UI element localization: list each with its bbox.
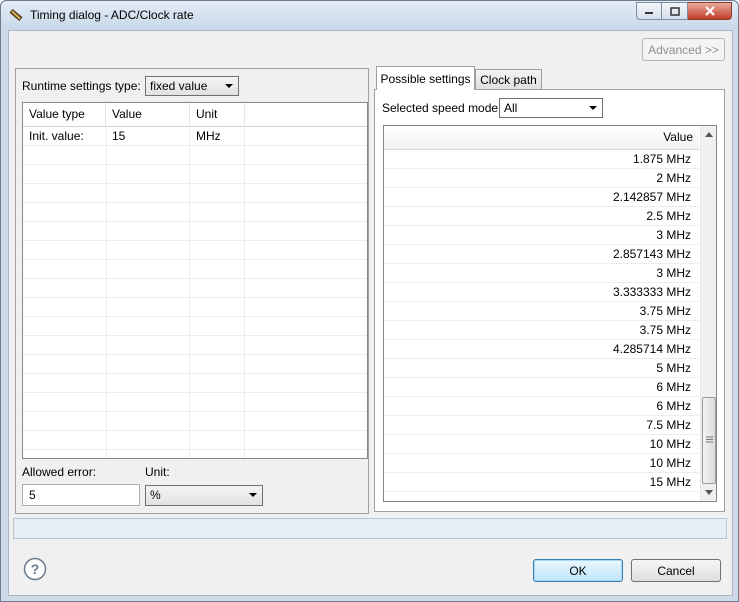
unit-value: % xyxy=(150,488,161,502)
column-header-possible-value[interactable]: Value xyxy=(384,126,699,149)
list-item[interactable]: 2.142857 MHz xyxy=(384,188,699,207)
allowed-error-input[interactable]: 5 xyxy=(22,484,140,506)
unit-label: Unit: xyxy=(145,465,170,479)
chevron-down-icon xyxy=(589,106,597,110)
scroll-down-icon[interactable] xyxy=(705,490,713,495)
column-header-value[interactable]: Value xyxy=(106,103,190,126)
minimize-button[interactable] xyxy=(636,2,662,20)
value-table-header: Value type Value Unit xyxy=(23,103,367,127)
possible-values-scrollbar[interactable] xyxy=(700,126,716,501)
possible-values-header: Value xyxy=(384,126,699,150)
runtime-settings-value: fixed value xyxy=(150,79,208,93)
value-table[interactable]: Value type Value Unit Init. value: 15 MH… xyxy=(22,102,368,459)
speed-mode-dropdown[interactable]: All xyxy=(499,98,603,118)
tab-clock-path[interactable]: Clock path xyxy=(475,69,542,90)
scroll-up-icon[interactable] xyxy=(705,132,713,137)
speed-mode-label: Selected speed mode xyxy=(382,101,499,115)
app-icon xyxy=(9,9,23,21)
cell-value-type: Init. value: xyxy=(29,129,84,143)
list-item[interactable]: 15 MHz xyxy=(384,473,699,492)
list-item[interactable]: 3 MHz xyxy=(384,264,699,283)
tab-possible-settings[interactable]: Possible settings xyxy=(376,66,475,90)
window-title: Timing dialog - ADC/Clock rate xyxy=(30,8,194,22)
unit-dropdown[interactable]: % xyxy=(145,485,263,506)
list-item[interactable]: 6 MHz xyxy=(384,378,699,397)
possible-settings-panel: Selected speed mode All Value 1.875 MHz 2… xyxy=(374,89,725,512)
list-item[interactable]: 2.857143 MHz xyxy=(384,245,699,264)
runtime-settings-panel: Runtime settings type: fixed value Value… xyxy=(15,68,369,514)
help-icon[interactable]: ? xyxy=(23,557,47,581)
list-item[interactable]: 10 MHz xyxy=(384,435,699,454)
ok-button[interactable]: OK xyxy=(533,559,623,582)
list-item[interactable]: 5 MHz xyxy=(384,359,699,378)
runtime-settings-dropdown[interactable]: fixed value xyxy=(145,76,239,96)
close-icon xyxy=(704,6,715,16)
list-item[interactable]: 3.75 MHz xyxy=(384,302,699,321)
list-item[interactable]: 2.5 MHz xyxy=(384,207,699,226)
column-header-value-type[interactable]: Value type xyxy=(23,103,106,126)
cell-unit: MHz xyxy=(196,129,221,143)
list-item[interactable]: 2 MHz xyxy=(384,169,699,188)
status-bar xyxy=(13,518,727,539)
possible-values-list[interactable]: Value 1.875 MHz 2 MHz 2.142857 MHz 2.5 MHz 3… xyxy=(383,125,717,502)
list-item[interactable]: 1.875 MHz xyxy=(384,150,699,169)
list-item[interactable]: 10 MHz xyxy=(384,454,699,473)
chevron-down-icon xyxy=(225,84,233,88)
list-item[interactable]: 3.333333 MHz xyxy=(384,283,699,302)
list-item[interactable]: 7.5 MHz xyxy=(384,416,699,435)
list-item[interactable]: 6 MHz xyxy=(384,397,699,416)
dialog-client-area: Advanced >> Runtime settings type: fixed… xyxy=(8,30,733,596)
list-item[interactable]: 3 MHz xyxy=(384,226,699,245)
minimize-icon xyxy=(645,12,653,14)
column-header-unit[interactable]: Unit xyxy=(190,103,245,126)
speed-mode-value: All xyxy=(504,101,518,115)
list-item[interactable]: 3.75 MHz xyxy=(384,321,699,340)
title-bar[interactable]: Timing dialog - ADC/Clock rate xyxy=(1,1,738,29)
close-button[interactable] xyxy=(688,2,732,20)
cancel-button[interactable]: Cancel xyxy=(631,559,721,582)
scrollbar-thumb[interactable] xyxy=(702,397,716,484)
chevron-down-icon xyxy=(249,493,257,497)
svg-text:?: ? xyxy=(31,561,40,577)
advanced-button[interactable]: Advanced >> xyxy=(642,38,725,61)
allowed-error-label: Allowed error: xyxy=(22,465,97,479)
maximize-button[interactable] xyxy=(662,2,688,20)
maximize-icon xyxy=(669,6,680,16)
list-item[interactable]: 4.285714 MHz xyxy=(384,340,699,359)
dialog-window: Timing dialog - ADC/Clock rate Advanced … xyxy=(0,0,739,602)
runtime-settings-label: Runtime settings type: xyxy=(22,79,141,93)
cell-value[interactable]: 15 xyxy=(106,127,125,146)
grip-icon xyxy=(706,436,713,443)
